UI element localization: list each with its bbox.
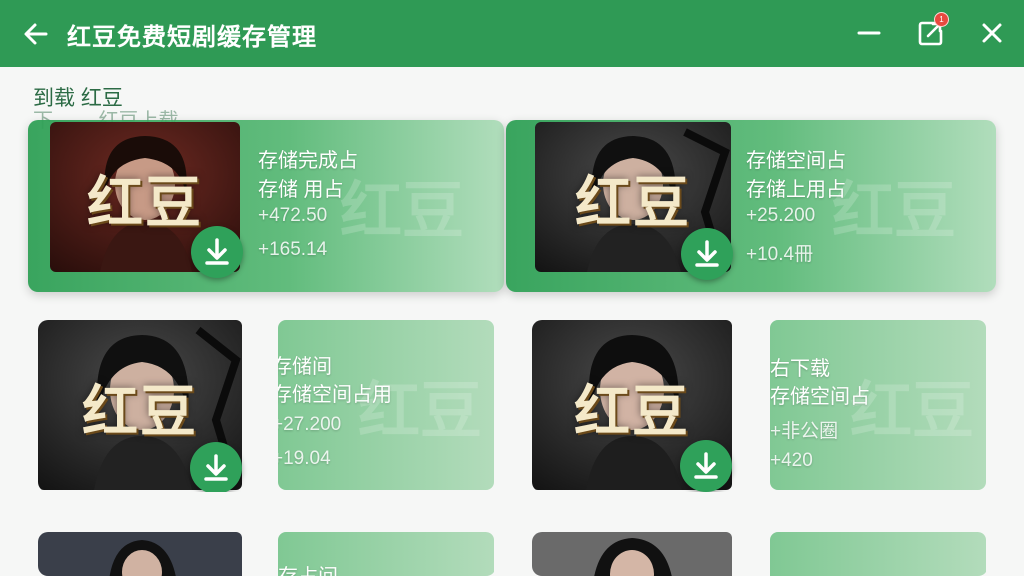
poster-title: 红豆 <box>574 378 690 445</box>
poster-title: 红豆 <box>82 378 198 445</box>
poster-image <box>38 532 242 576</box>
arrow-left-icon <box>24 23 48 45</box>
download-icon <box>205 238 229 265</box>
watermark-title: 红豆 <box>339 174 464 247</box>
close-icon <box>982 23 1002 43</box>
storage-line-1: 存储间 <box>278 356 332 378</box>
download-button[interactable] <box>680 440 732 492</box>
value-1: +非公圈 <box>770 421 839 442</box>
close-button[interactable] <box>975 16 1009 50</box>
poster-image <box>532 532 732 576</box>
poster-title: 红豆 <box>87 170 203 236</box>
drama-card[interactable]: 红豆 红豆 存储间 存储空间占用 +27.200 +19.04 <box>38 320 496 492</box>
poster-thumbnail[interactable] <box>38 532 242 576</box>
drama-card[interactable] <box>532 532 988 576</box>
drama-card[interactable]: 红豆 红豆 右下载 存储空间占 +非公圈 +420 <box>532 320 988 492</box>
info-panel: 红豆 存储间 存储空间占用 +27.200 +19.04 <box>278 320 494 490</box>
drama-card[interactable]: 存占间 <box>38 532 496 576</box>
storage-line-1: 存储完成占 <box>258 150 358 172</box>
download-icon <box>204 454 228 481</box>
poster-title: 红豆 <box>575 170 691 236</box>
minimize-button[interactable] <box>852 16 886 50</box>
storage-line-2: 存储 用占 <box>258 179 344 201</box>
back-button[interactable] <box>20 18 52 50</box>
value-2: +10.4冊 <box>746 244 814 265</box>
download-button[interactable] <box>191 226 243 278</box>
storage-line-2: 存储空间占用 <box>278 384 392 406</box>
info-panel: 红豆 右下载 存储空间占 +非公圈 +420 <box>770 320 986 490</box>
storage-line-2: 存储上用占 <box>746 179 846 201</box>
page-title: 红豆免费短剧缓存管理 <box>67 24 317 51</box>
section-label-text: 到载 红豆 <box>33 87 123 110</box>
download-icon <box>694 452 718 479</box>
drama-card[interactable]: 红豆 红豆 存储完成占 存储 用占 +472.50 +165.14 <box>28 120 504 292</box>
watermark-title: 红豆 <box>831 174 956 247</box>
download-button[interactable] <box>190 442 242 492</box>
share-button[interactable]: 1 <box>914 12 949 50</box>
poster-thumbnail[interactable] <box>532 532 732 576</box>
info-panel: 红豆 存储空间占 存储上用占 +25.200 +10.4冊 <box>734 120 996 292</box>
minimize-icon <box>857 31 881 35</box>
info-panel: 红豆 存储完成占 存储 用占 +472.50 +165.14 <box>244 120 504 292</box>
download-button[interactable] <box>681 228 733 280</box>
value-1: +25.200 <box>746 205 816 226</box>
storage-line-1: 右下载 <box>770 358 830 380</box>
drama-card[interactable]: 红豆 红豆 存储空间占 存储上用占 +25.200 +10.4冊 <box>506 120 996 292</box>
storage-line-2: 存储空间占 <box>770 386 870 408</box>
storage-line-1: 存占间 <box>278 560 338 576</box>
value-1: +472.50 <box>258 205 328 226</box>
download-icon <box>695 240 719 267</box>
section-label: 到载 红豆 下…… 红豆上载 <box>33 87 179 133</box>
value-1: +27.200 <box>278 414 342 435</box>
value-2: +165.14 <box>258 239 328 260</box>
notification-badge: 1 <box>934 12 949 27</box>
storage-line-1: 存储空间占 <box>746 150 846 172</box>
title-bar: 红豆免费短剧缓存管理 1 <box>0 0 1024 67</box>
value-2: +19.04 <box>278 448 331 469</box>
info-panel <box>770 532 986 576</box>
info-panel: 存占间 <box>278 532 494 576</box>
value-2: +420 <box>770 450 813 471</box>
